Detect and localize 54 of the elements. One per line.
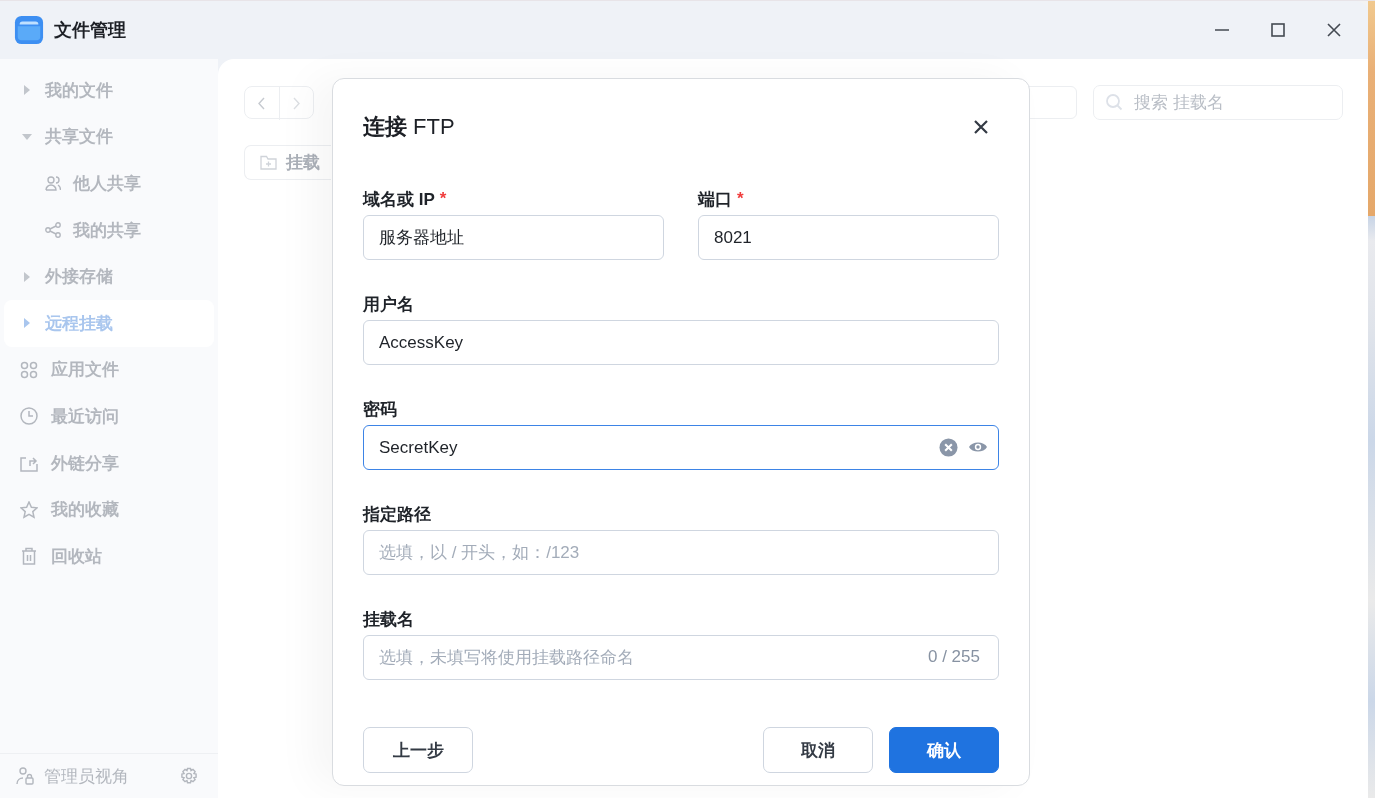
caret-icon [22,271,32,282]
field-label: 挂载名 [363,608,414,631]
input-field[interactable]: AccessKey [363,320,999,365]
user-lock-icon [16,767,34,785]
sidebar-item[interactable]: 我的收藏 [4,486,214,533]
search-field[interactable]: 搜索 挂载名 [1093,85,1343,120]
sidebar-item[interactable]: 远程挂载 [4,299,214,347]
required-mark: * [439,189,447,209]
back-button[interactable]: 上一步 [363,727,473,773]
sidebar-item[interactable]: 他人共享 [4,160,214,207]
field-label: 指定路径 [363,503,431,526]
search-icon [1105,93,1123,111]
input-field[interactable]: 选填，以 / 开头，如：/123 [363,530,999,575]
people-icon [45,175,61,192]
dialog-title: 连接 FTP [363,113,455,141]
sidebar-item[interactable]: 我的文件 [4,67,214,114]
required-mark: * [737,189,744,209]
password-field[interactable]: SecretKey [363,425,999,470]
confirm-button[interactable]: 确认 [889,727,999,773]
folder-icon [14,15,44,45]
maximize-icon[interactable] [1270,22,1286,38]
mount-button[interactable]: 挂载 [244,145,331,180]
folder-plus-icon [260,155,277,170]
grid-icon [20,360,38,379]
caret-icon [22,318,32,329]
admin-view-link[interactable]: 管理员视角 [44,764,129,788]
input-field[interactable]: 8021 [698,215,999,260]
caret-icon [22,85,32,96]
cancel-button[interactable]: 取消 [763,727,873,773]
sidebar-item[interactable]: 外链分享 [4,439,214,487]
share-icon [45,222,61,239]
field-label: 端口 [698,188,732,211]
clear-icon[interactable] [939,438,958,457]
trash-icon [20,547,38,566]
field-label: 用户名 [363,293,414,316]
sidebar-item[interactable]: 我的共享 [4,206,214,254]
field-label: 密码 [363,398,397,421]
sidebar-item[interactable]: 回收站 [4,532,214,580]
clock-icon [20,407,38,426]
sidebar-item[interactable]: 共享文件 [4,113,214,161]
sidebar-item[interactable]: 应用文件 [4,346,214,394]
character-counter: 0 / 255 [928,647,980,667]
caret-icon [22,131,32,142]
window-title: 文件管理 [54,19,126,42]
field-label: 域名或 IP [363,188,435,211]
close-icon[interactable] [1326,22,1342,38]
settings-icon[interactable] [180,767,198,785]
eye-icon[interactable] [968,440,988,454]
sidebar-item[interactable]: 外接存储 [4,253,214,300]
input-field[interactable]: 服务器地址 [363,215,664,260]
star-icon [20,500,38,519]
share-out-icon [20,454,38,473]
close-icon[interactable] [973,119,989,135]
sidebar-item[interactable]: 最近访问 [4,393,214,440]
